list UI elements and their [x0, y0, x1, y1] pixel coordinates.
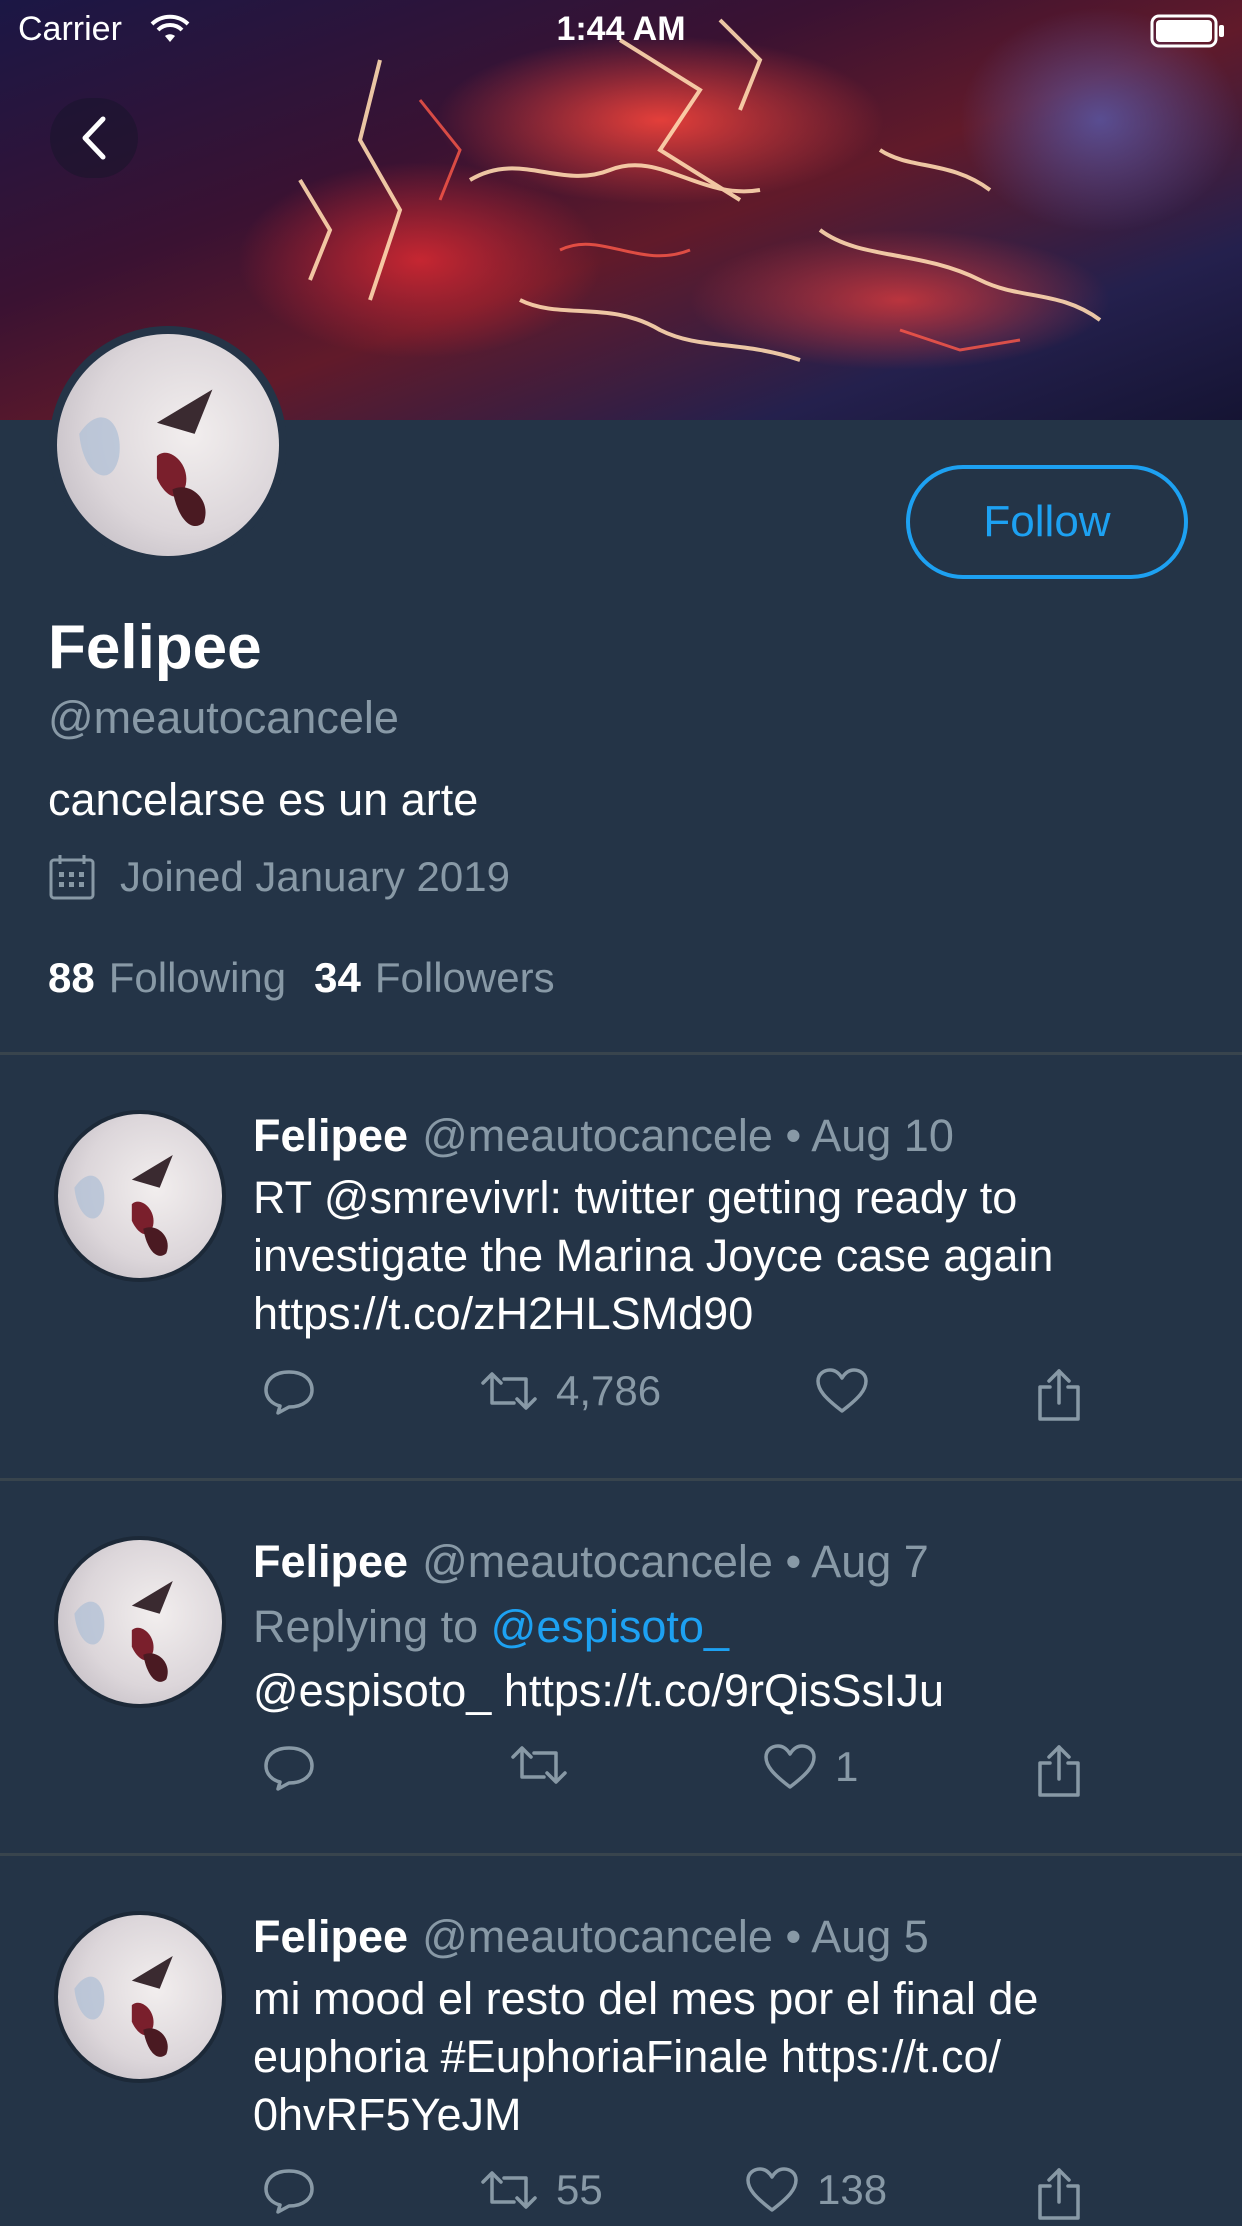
- status-time: 1:44 AM: [556, 10, 686, 48]
- avatar-image: [58, 1114, 222, 1278]
- profile-avatar[interactable]: [49, 326, 287, 564]
- followers-label: Followers: [374, 954, 555, 1001]
- tweet[interactable]: Felipee @meautocancele • Aug 10 RT @smrev…: [0, 1055, 1242, 1478]
- tweet-text: Replying to @espisoto_ @espisoto_ https:…: [253, 1595, 1153, 1723]
- tweet-avatar[interactable]: [54, 1110, 226, 1282]
- avatar-image: [58, 1915, 222, 2079]
- tweet-author-name: Felipee: [253, 1110, 409, 1161]
- tweet-text-line: mi mood el resto del mes por el final de: [253, 1973, 1039, 2024]
- tweet-actions: 4,786: [0, 1367, 1242, 1427]
- followers-count: 34: [314, 954, 361, 1001]
- tweet-header: Felipee @meautocancele • Aug 10: [253, 1110, 954, 1162]
- replying-to-line: Replying to @espisoto_: [253, 1595, 1153, 1659]
- retweet-icon: [511, 1746, 567, 1784]
- tweet-text-line: investigate the Marina Joyce case again: [253, 1230, 1054, 1281]
- retweet-count: 55: [556, 2166, 603, 2213]
- share-button[interactable]: [1036, 1743, 1082, 1799]
- reply-button[interactable]: [262, 1367, 316, 1417]
- followers-stat[interactable]: 34 Followers: [314, 954, 554, 1002]
- tweet[interactable]: Felipee @meautocancele • Aug 5 mi mood el…: [0, 1856, 1242, 2220]
- like-button[interactable]: 138: [745, 2166, 887, 2214]
- like-count: 138: [817, 2166, 888, 2213]
- following-stat[interactable]: 88 Following: [48, 954, 286, 1002]
- tweet[interactable]: Felipee @meautocancele • Aug 7 Replying t…: [0, 1481, 1242, 1853]
- heart-icon: [816, 1368, 868, 1413]
- tweet-text-line: RT @smrevivrl: twitter getting ready to: [253, 1172, 1018, 1223]
- tweet-actions: 1: [0, 1743, 1242, 1803]
- reply-button[interactable]: [262, 2166, 316, 2216]
- tweet-header: Felipee @meautocancele • Aug 7: [253, 1536, 929, 1588]
- following-label: Following: [108, 954, 287, 1001]
- tweet-avatar[interactable]: [54, 1911, 226, 2083]
- tweet-actions: 55 138: [0, 2166, 1242, 2226]
- retweet-button[interactable]: 4,786: [480, 1367, 661, 1415]
- tweet-text: mi mood el resto del mes por el final de…: [253, 1970, 1153, 2144]
- stats-row: 88 Following 34 Followers: [48, 954, 555, 1002]
- reply-mention-link[interactable]: @espisoto_: [491, 1601, 729, 1652]
- tweet-text: RT @smrevivrl: twitter getting ready to …: [253, 1169, 1153, 1343]
- like-count: 1: [835, 1743, 859, 1790]
- tweet-meta: @meautocancele • Aug 10: [422, 1110, 954, 1161]
- like-button[interactable]: 1: [763, 1743, 858, 1791]
- retweet-icon: [481, 2171, 537, 2209]
- calendar-icon: [49, 855, 95, 900]
- reply-button[interactable]: [262, 1743, 316, 1793]
- display-name: Felipee: [48, 613, 262, 682]
- tweet-text-line: euphoria #EuphoriaFinale https://t.co/: [253, 2031, 1001, 2082]
- share-button[interactable]: [1036, 2166, 1082, 2222]
- avatar-image: [57, 334, 279, 556]
- joined-row: Joined January 2019: [48, 852, 510, 902]
- like-button[interactable]: [815, 1367, 887, 1415]
- reply-icon: [264, 1746, 314, 1791]
- avatar-image: [58, 1540, 222, 1704]
- tweet-meta: @meautocancele • Aug 5: [422, 1911, 929, 1962]
- share-icon: [1038, 1369, 1080, 1421]
- replying-to-label: Replying to: [253, 1601, 479, 1652]
- reply-icon: [264, 1370, 314, 1415]
- share-button[interactable]: [1036, 1367, 1082, 1423]
- joined-date: Joined January 2019: [120, 853, 510, 900]
- tweet-text-line[interactable]: 0hvRF5YeJM: [253, 2086, 1153, 2144]
- tweet-author-name: Felipee: [253, 1536, 409, 1587]
- tweet-author-name: Felipee: [253, 1911, 409, 1962]
- tweet-avatar[interactable]: [54, 1536, 226, 1708]
- share-icon: [1038, 2168, 1080, 2220]
- profile-handle: @meautocancele: [48, 692, 399, 743]
- chevron-left-icon: [82, 116, 106, 160]
- heart-icon: [746, 2167, 798, 2212]
- tweet-meta: @meautocancele • Aug 7: [422, 1536, 929, 1587]
- battery-icon: [1150, 14, 1224, 48]
- retweet-icon: [481, 1372, 537, 1410]
- follow-button[interactable]: Follow: [906, 465, 1188, 579]
- back-button[interactable]: [50, 98, 138, 178]
- retweet-button[interactable]: 55: [480, 2166, 603, 2214]
- tweet-text-line[interactable]: https://t.co/zH2HLSMd90: [253, 1285, 1153, 1343]
- profile-bio: cancelarse es un arte: [48, 774, 479, 825]
- share-icon: [1038, 1745, 1080, 1797]
- status-bar: Carrier 1:44 AM: [0, 0, 1242, 62]
- following-count: 88: [48, 954, 95, 1001]
- retweet-count: 4,786: [556, 1367, 662, 1414]
- retweet-button[interactable]: [510, 1743, 586, 1787]
- heart-icon: [764, 1744, 816, 1789]
- tweet-text-line: @espisoto_ https://t.co/9rQisSsIJu: [253, 1665, 944, 1716]
- tweet-header: Felipee @meautocancele • Aug 5: [253, 1911, 929, 1963]
- reply-icon: [264, 2169, 314, 2214]
